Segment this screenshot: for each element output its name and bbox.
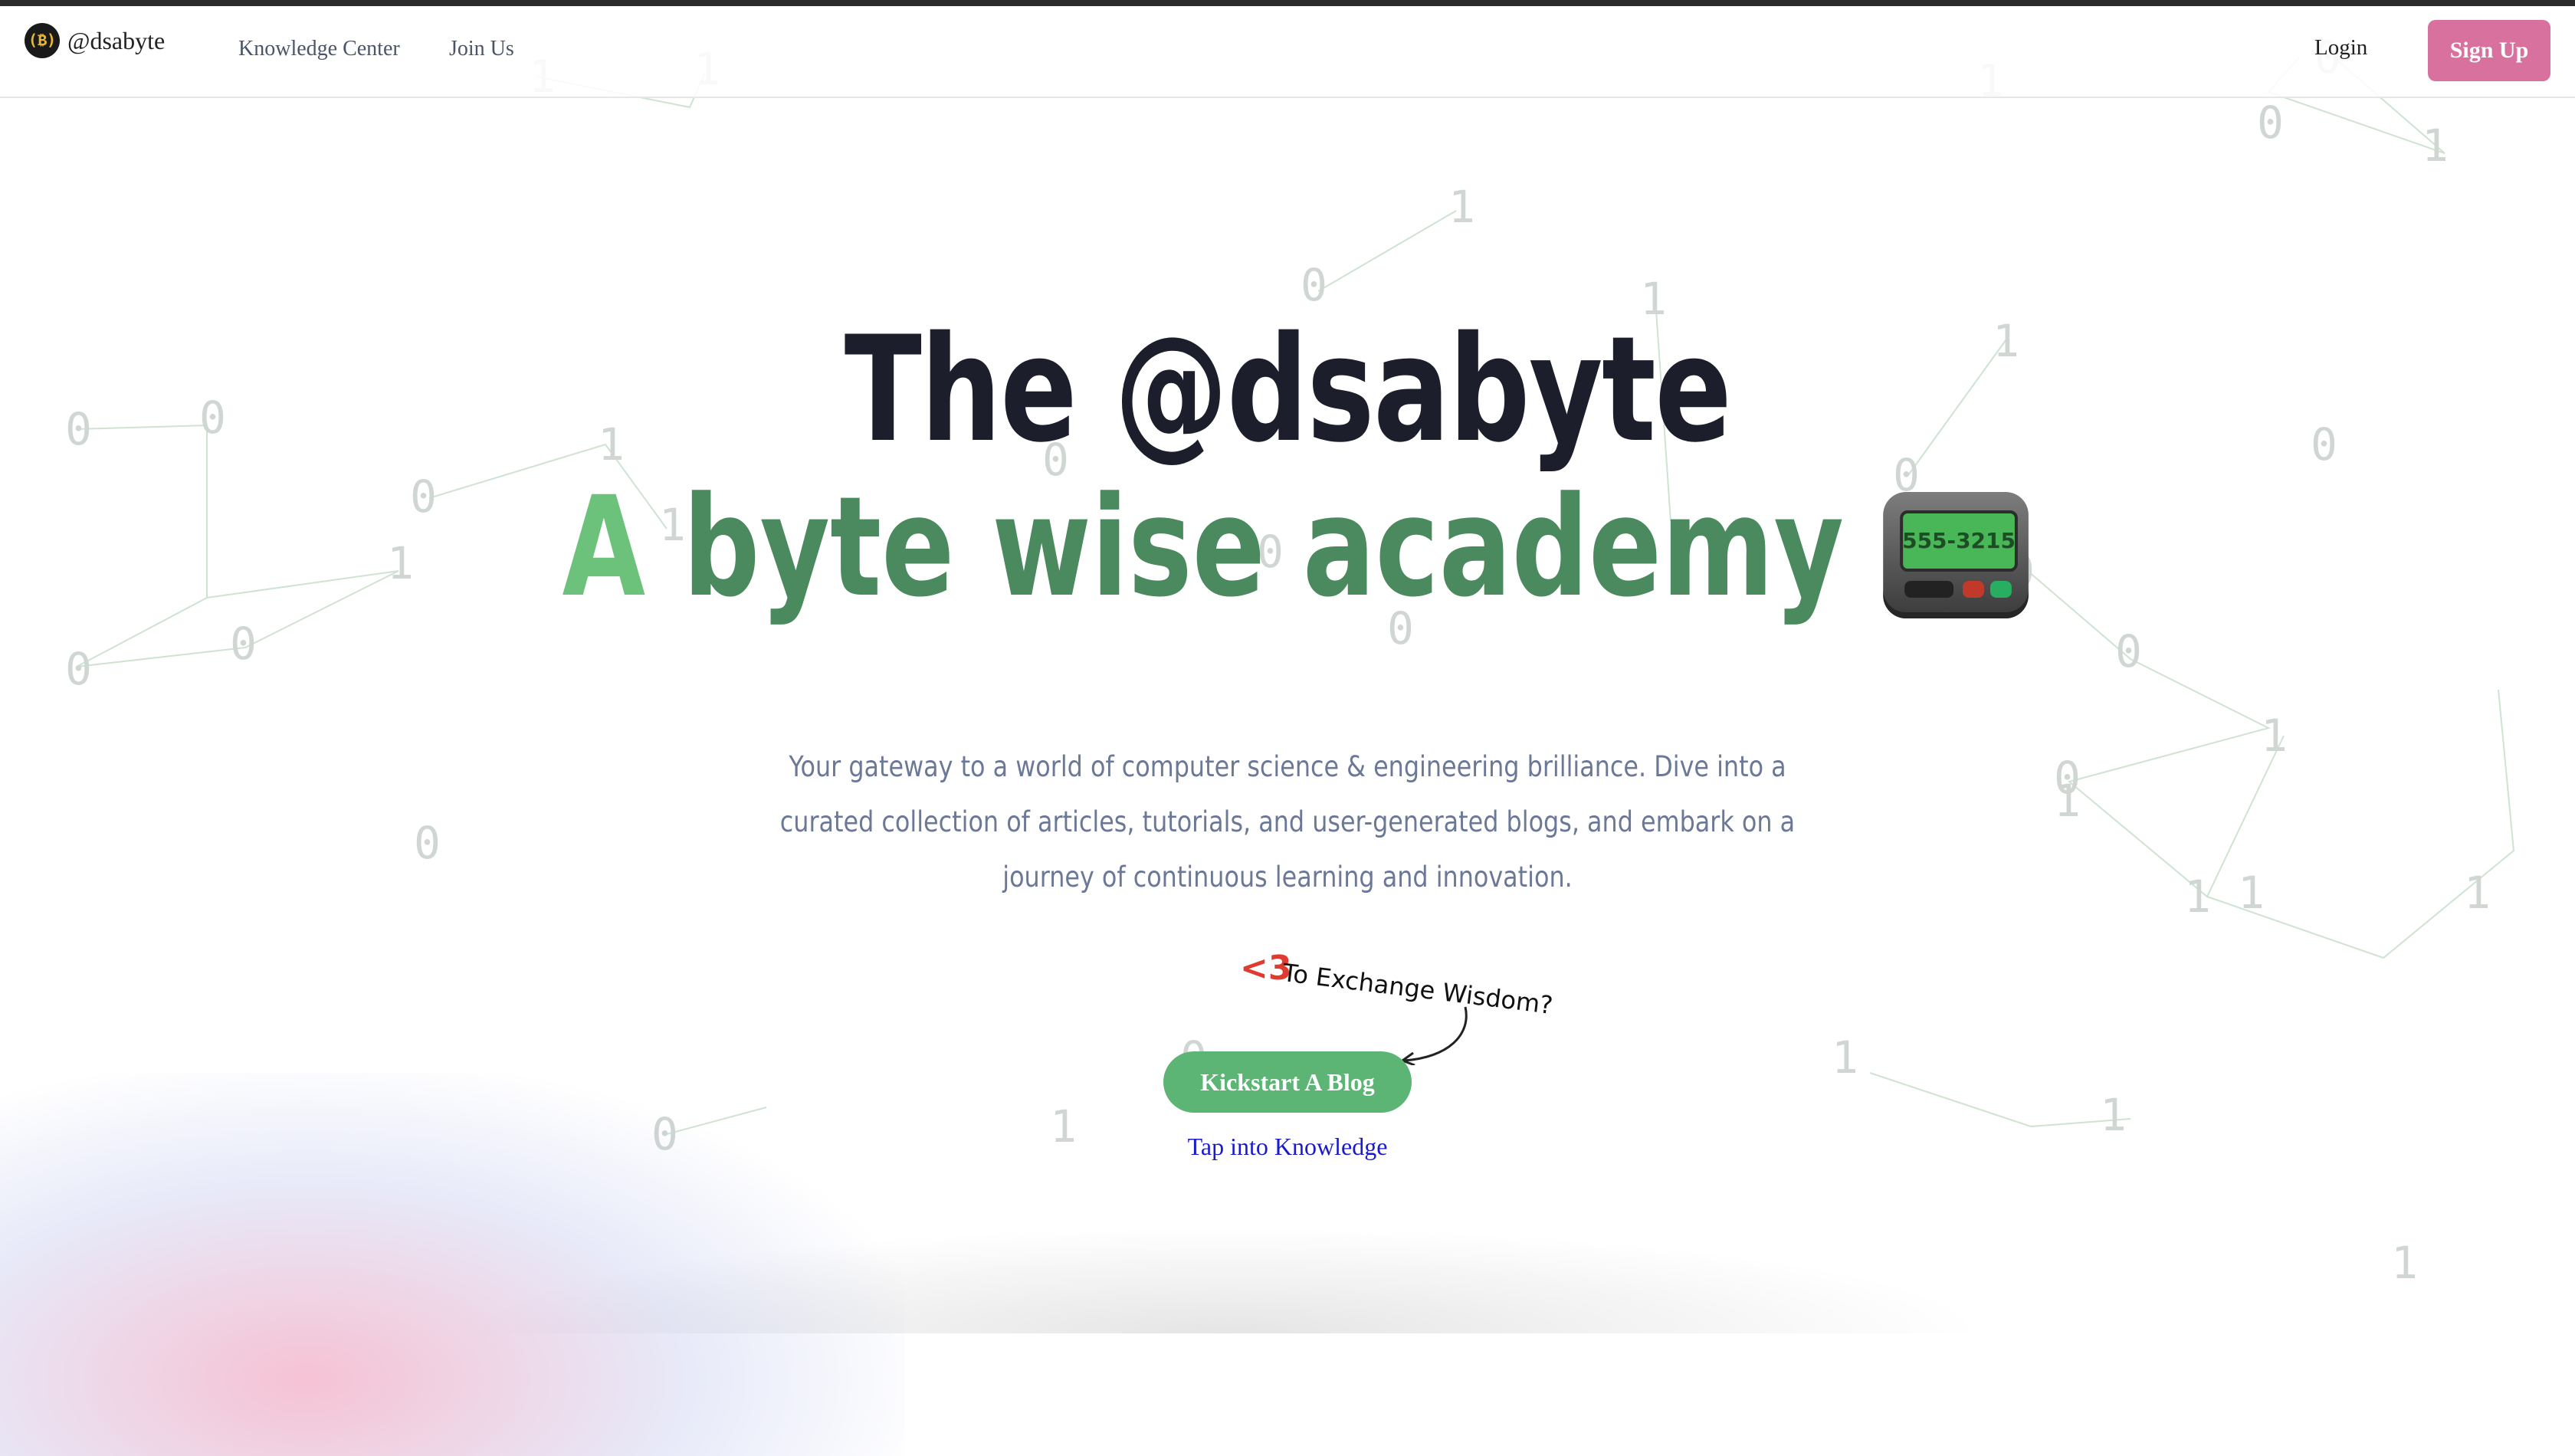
pager-emoji-icon: 555-3215 (1883, 491, 2029, 622)
navbar: (₿) @dsabyte Knowledge Center Join Us Lo… (0, 6, 2575, 98)
top-border (0, 0, 2575, 6)
svg-text:1: 1 (2184, 871, 2211, 923)
svg-text:0: 0 (2257, 97, 2284, 149)
svg-text:0: 0 (414, 817, 441, 869)
curved-arrow-icon (1399, 1006, 1468, 1065)
kickstart-blog-button[interactable]: Kickstart A Blog (1163, 1051, 1412, 1113)
svg-text:1: 1 (1832, 1031, 1858, 1084)
login-link[interactable]: Login (2314, 35, 2367, 61)
nav-link-knowledge-center[interactable]: Knowledge Center (238, 37, 400, 61)
hero-title-line1: The @dsabyte (844, 305, 1732, 474)
nav-link-join-us[interactable]: Join Us (449, 37, 514, 61)
bitcoin-style-logo-icon: (₿) (25, 23, 60, 58)
hero-title-line2: A byte wise academy 555-3215 (284, 467, 2292, 628)
hero-title-accent-letter: A (562, 467, 646, 628)
svg-text:1: 1 (2422, 120, 2449, 172)
svg-text:0: 0 (2311, 418, 2337, 471)
svg-text:1: 1 (1448, 181, 1475, 233)
svg-text:1: 1 (2261, 710, 2288, 762)
svg-text:0: 0 (65, 643, 92, 695)
svg-text:0: 0 (65, 403, 92, 455)
tap-into-knowledge-link[interactable]: Tap into Knowledge (0, 1133, 2575, 1161)
svg-text:1: 1 (2464, 867, 2491, 919)
svg-text:0: 0 (1301, 259, 1327, 311)
svg-text:0: 0 (2115, 625, 2142, 677)
svg-text:0: 0 (230, 618, 257, 670)
sign-up-button[interactable]: Sign Up (2428, 20, 2550, 81)
brand-logo[interactable]: (₿) @dsabyte (25, 23, 165, 58)
svg-text:0: 0 (199, 392, 226, 444)
svg-text:1: 1 (2238, 867, 2265, 919)
pager-display: 555-3215 (1900, 510, 2019, 572)
svg-text:1: 1 (2054, 775, 2081, 827)
hero-subtitle: Your gateway to a world of computer scie… (779, 750, 1796, 894)
brand-name: @dsabyte (67, 26, 166, 54)
hero-title-tagline: byte wise academy (645, 467, 1845, 628)
decorative-shadow (460, 1226, 1993, 1333)
svg-text:1: 1 (2391, 1237, 2418, 1289)
